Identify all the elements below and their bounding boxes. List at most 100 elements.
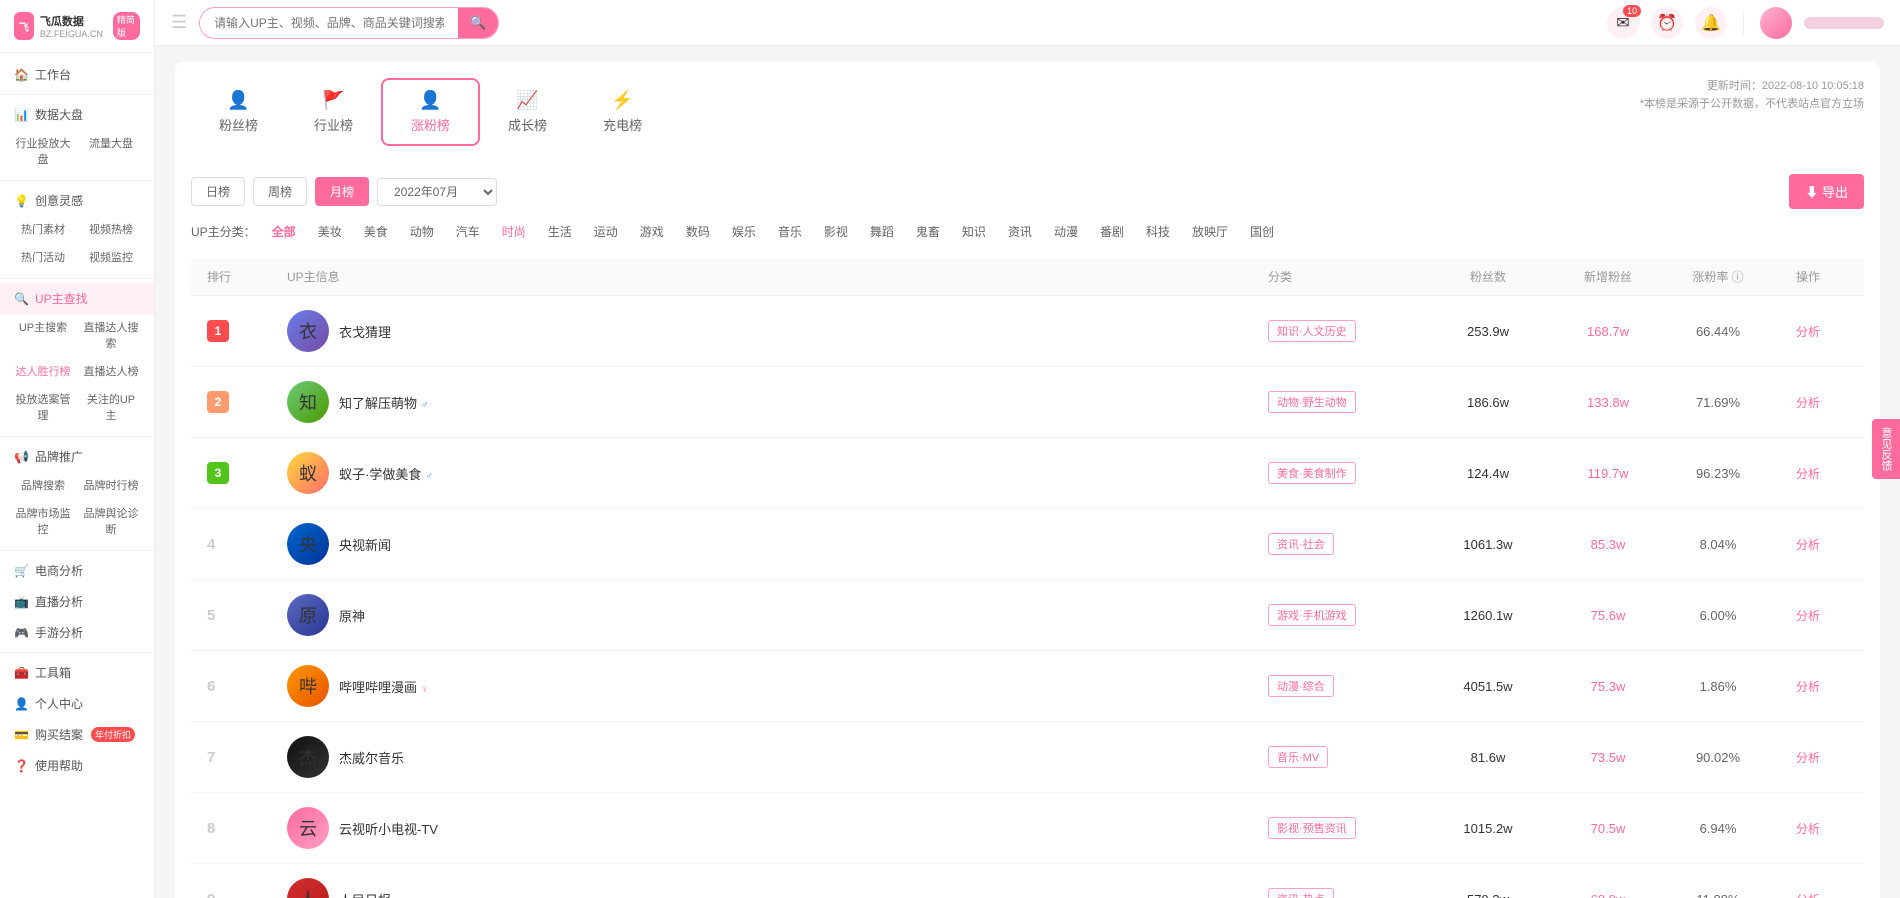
category-drama[interactable]: 番剧 [1094,221,1130,242]
category-food[interactable]: 美食 [358,221,394,242]
logo-title: 飞瓜数据 [40,13,103,29]
bell-icon-btn[interactable]: 🔔 [1695,7,1727,39]
up-name-area: 知了解压萌物♂ [339,393,429,412]
category-dance[interactable]: 舞蹈 [864,221,900,242]
sidebar-item-tools[interactable]: 🧰 工具箱 [0,657,154,688]
category-music[interactable]: 音乐 [772,221,808,242]
sidebar-item-talent-rank[interactable]: 达人胜行榜 [10,358,76,384]
category-beauty[interactable]: 美妆 [312,221,348,242]
sidebar-item-brand-rank[interactable]: 品牌时行榜 [78,472,144,498]
sidebar-item-ecommerce[interactable]: 🛒 电商分析 [0,555,154,586]
mail-icon-btn[interactable]: ✉ 10 [1607,7,1639,39]
sidebar-item-industry-launch[interactable]: 行业投放大盘 [10,130,76,172]
category-cell: 游戏·手机游戏 [1268,604,1428,626]
sidebar-item-traffic[interactable]: 流量大盘 [78,130,144,172]
tab-rise[interactable]: 📈 成长榜 [480,80,575,144]
filter-daily[interactable]: 日榜 [191,177,245,206]
feedback-tab[interactable]: 意见反馈 [1872,419,1900,479]
sidebar-item-help[interactable]: ❓ 使用帮助 [0,750,154,781]
up-name-area: 原神 [339,606,365,625]
analyze-button[interactable]: 分析 [1796,396,1820,410]
tab-charge[interactable]: ⚡ 充电榜 [575,80,670,144]
sidebar-item-follow-up[interactable]: 关注的UP主 [78,386,144,428]
date-select[interactable]: 2022年07月 [377,178,497,206]
analyze-button[interactable]: 分析 [1796,822,1820,836]
sidebar-item-launch-manage[interactable]: 投放选案管理 [10,386,76,428]
analyze-button[interactable]: 分析 [1796,325,1820,339]
sidebar-item-brand-monitor[interactable]: 品牌市场监控 [10,500,76,542]
sidebar-item-up-search[interactable]: 🔍 UP主查找 [0,283,154,314]
category-anime[interactable]: 动漫 [1048,221,1084,242]
sidebar-item-hot-activity[interactable]: 热门活动 [10,244,76,270]
category-tech[interactable]: 科技 [1140,221,1176,242]
fans-count: 579.3w [1467,892,1509,898]
new-fans-count: 75.6w [1591,608,1626,623]
sidebar-nav: 🏠 工作台 📊 数据大盘 行业投放大盘 流量大盘 💡 创意灵感 热门素材 视频热… [0,53,154,787]
tab-fans[interactable]: 👤 粉丝榜 [191,80,286,144]
new-fans-count: 70.5w [1591,821,1626,836]
category-film[interactable]: 影视 [818,221,854,242]
category-knowledge[interactable]: 知识 [956,221,992,242]
sidebar-item-brand[interactable]: 📢 品牌推广 [0,441,154,472]
category-sport[interactable]: 运动 [588,221,624,242]
sidebar-item-purchase[interactable]: 💳 购买结案 年付折扣 [0,719,154,750]
up-name-area: 人民日报 [339,890,391,898]
sidebar-item-profile[interactable]: 👤 个人中心 [0,688,154,719]
category-animal[interactable]: 动物 [404,221,440,242]
analyze-button[interactable]: 分析 [1796,893,1820,898]
analyze-button[interactable]: 分析 [1796,609,1820,623]
category-ghost[interactable]: 鬼畜 [910,221,946,242]
sidebar-item-live-rank[interactable]: 直播达人榜 [78,358,144,384]
analyze-button[interactable]: 分析 [1796,751,1820,765]
filter-weekly[interactable]: 周榜 [253,177,307,206]
dashboard-icon: 📊 [14,108,29,122]
clock-icon-btn[interactable]: ⏰ [1651,7,1683,39]
export-button[interactable]: ⬇ 导出 [1789,174,1864,209]
tab-industry[interactable]: 🚩 行业榜 [286,80,381,144]
sidebar-item-up-finder[interactable]: UP主搜索 [10,314,76,356]
category-game[interactable]: 游戏 [634,221,670,242]
analyze-button[interactable]: 分析 [1796,538,1820,552]
sidebar-item-dashboard[interactable]: 📊 数据大盘 [0,99,154,130]
category-entertainment[interactable]: 娱乐 [726,221,762,242]
sidebar-label-workspace: 工作台 [35,66,71,83]
filter-monthly[interactable]: 月榜 [315,177,369,206]
sidebar-label-help: 使用帮助 [35,757,83,774]
sidebar-item-game[interactable]: 🎮 手游分析 [0,617,154,648]
search-button[interactable]: 🔍 [458,8,499,38]
menu-toggle[interactable]: ☰ [171,12,187,33]
tab-growth[interactable]: 👤 涨粉榜 [381,78,480,146]
sidebar-item-live[interactable]: 📺 直播分析 [0,586,154,617]
up-avatar: 原 [287,594,329,636]
live-icon: 📺 [14,595,29,609]
category-all[interactable]: 全部 [266,221,302,242]
category-life[interactable]: 生活 [542,221,578,242]
category-digital[interactable]: 数码 [680,221,716,242]
sidebar-item-hot-material[interactable]: 热门素材 [10,216,76,242]
sidebar-item-workspace[interactable]: 🏠 工作台 [0,59,154,90]
sidebar-item-brand-search[interactable]: 品牌搜索 [10,472,76,498]
table-row: 4 央 央视新闻 资讯·社会 1061.3w 85.3w 8.04% 分析 [191,509,1864,580]
new-fans-cell: 68.9w [1548,892,1668,898]
analyze-button[interactable]: 分析 [1796,467,1820,481]
analyze-button[interactable]: 分析 [1796,680,1820,694]
search-input[interactable] [200,10,457,36]
category-news[interactable]: 资讯 [1002,221,1038,242]
sidebar-item-live-search[interactable]: 直播达人搜索 [78,314,144,356]
rate-cell: 90.02% [1668,750,1768,765]
category-fashion[interactable]: 时尚 [496,221,532,242]
sidebar-item-video-rank[interactable]: 视频热榜 [78,216,144,242]
new-fans-cell: 70.5w [1548,821,1668,836]
up-name: 蚁子·学做美食 [339,467,421,482]
rank-badge: 1 [207,320,229,342]
sidebar-item-video-monitor[interactable]: 视频监控 [78,244,144,270]
category-cinema[interactable]: 放映厅 [1186,221,1234,242]
rank-number: 8 [207,820,215,837]
user-avatar[interactable] [1760,7,1792,39]
category-car[interactable]: 汽车 [450,221,486,242]
sidebar-item-creative[interactable]: 💡 创意灵感 [0,185,154,216]
action-cell: 分析 [1768,891,1848,898]
sidebar-item-brand-diagnosis[interactable]: 品牌舆论诊断 [78,500,144,542]
logo-badge: 精简版 [113,12,140,40]
category-guochuang[interactable]: 国创 [1244,221,1280,242]
